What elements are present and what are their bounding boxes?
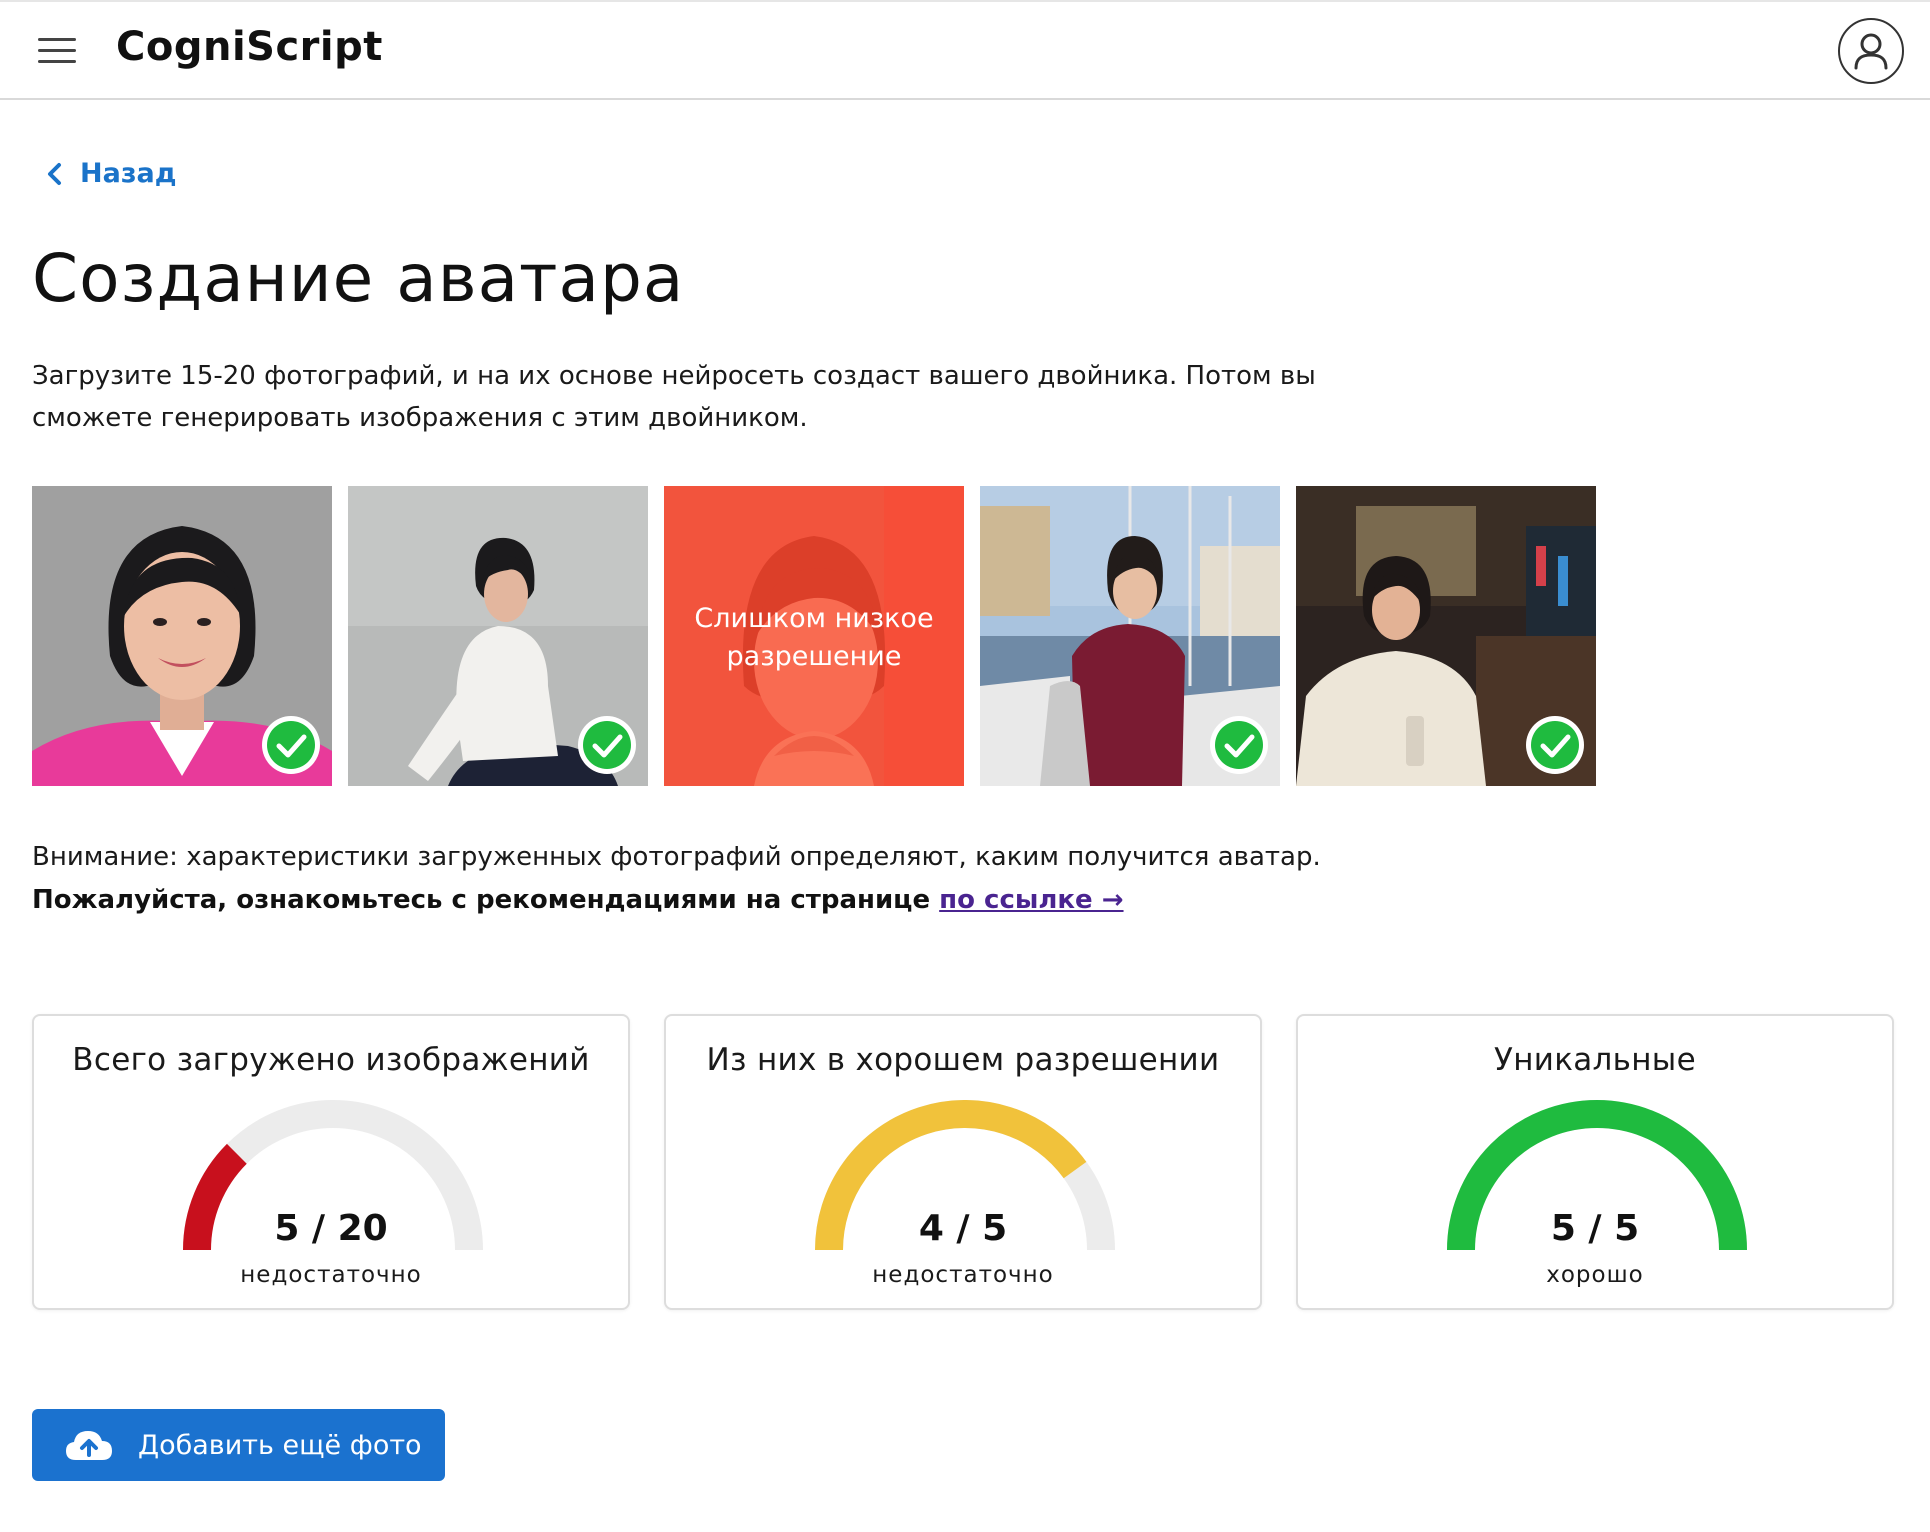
stat-card-unique: Уникальные 5 / 5 хорошо <box>1296 1014 1894 1310</box>
check-circle-icon <box>578 716 636 774</box>
app-title: CogniScript <box>116 24 383 70</box>
stat-value: 4 / 5 <box>918 1208 1008 1249</box>
chevron-left-icon <box>48 162 61 185</box>
stat-value: 5 / 5 <box>1550 1208 1640 1249</box>
stat-status: хорошо <box>1546 1262 1644 1288</box>
stat-status: недостаточно <box>872 1262 1054 1288</box>
add-more-photos-label: Добавить ещё фото <box>138 1429 422 1461</box>
intro-text: Загрузите 15-20 фотографий, и на их осно… <box>32 355 1352 439</box>
photo-thumbnail[interactable] <box>980 486 1280 786</box>
check-circle-icon <box>1526 716 1584 774</box>
hamburger-menu-icon[interactable] <box>38 36 76 66</box>
back-link-label: Назад <box>80 158 177 189</box>
cloud-upload-icon <box>66 1431 112 1460</box>
photo-thumbnail[interactable] <box>1296 486 1596 786</box>
stat-card-title: Уникальные <box>1494 1042 1696 1078</box>
add-more-photos-button[interactable]: Добавить ещё фото <box>32 1409 445 1481</box>
stat-card-total: Всего загружено изображений 5 / 20 недос… <box>32 1014 630 1310</box>
low-resolution-label: Слишком низкое разрешение <box>694 603 934 672</box>
check-circle-icon <box>262 716 320 774</box>
check-circle-icon <box>1210 716 1268 774</box>
photo-thumbnail-rejected[interactable]: Слишком низкое разрешение <box>664 486 964 786</box>
notice-warning: Внимание: характеристики загруженных фот… <box>32 842 1321 872</box>
recommendations-link[interactable]: по ссылке → <box>939 885 1123 915</box>
photo-thumbnail[interactable] <box>348 486 648 786</box>
stat-status: недостаточно <box>240 1262 422 1288</box>
app-header: CogniScript <box>0 0 1930 100</box>
back-link[interactable]: Назад <box>44 158 177 189</box>
stat-card-title: Всего загружено изображений <box>72 1042 590 1078</box>
stat-value: 5 / 20 <box>274 1208 388 1249</box>
stat-card-title: Из них в хорошем разрешении <box>706 1042 1220 1078</box>
photo-thumbnail[interactable] <box>32 486 332 786</box>
user-account-icon[interactable] <box>1838 18 1904 84</box>
notice-recommendation: Пожалуйста, ознакомьтесь с рекомендациям… <box>32 885 940 915</box>
stat-card-high-resolution: Из них в хорошем разрешении 4 / 5 недост… <box>664 1014 1262 1310</box>
intro-line-2: сможете генерировать изображения с этим … <box>32 403 808 433</box>
intro-line-1: Загрузите 15-20 фотографий, и на их осно… <box>32 361 1316 391</box>
page-title: Создание аватара <box>32 240 685 317</box>
recommendations-notice: Внимание: характеристики загруженных фот… <box>32 836 1321 922</box>
